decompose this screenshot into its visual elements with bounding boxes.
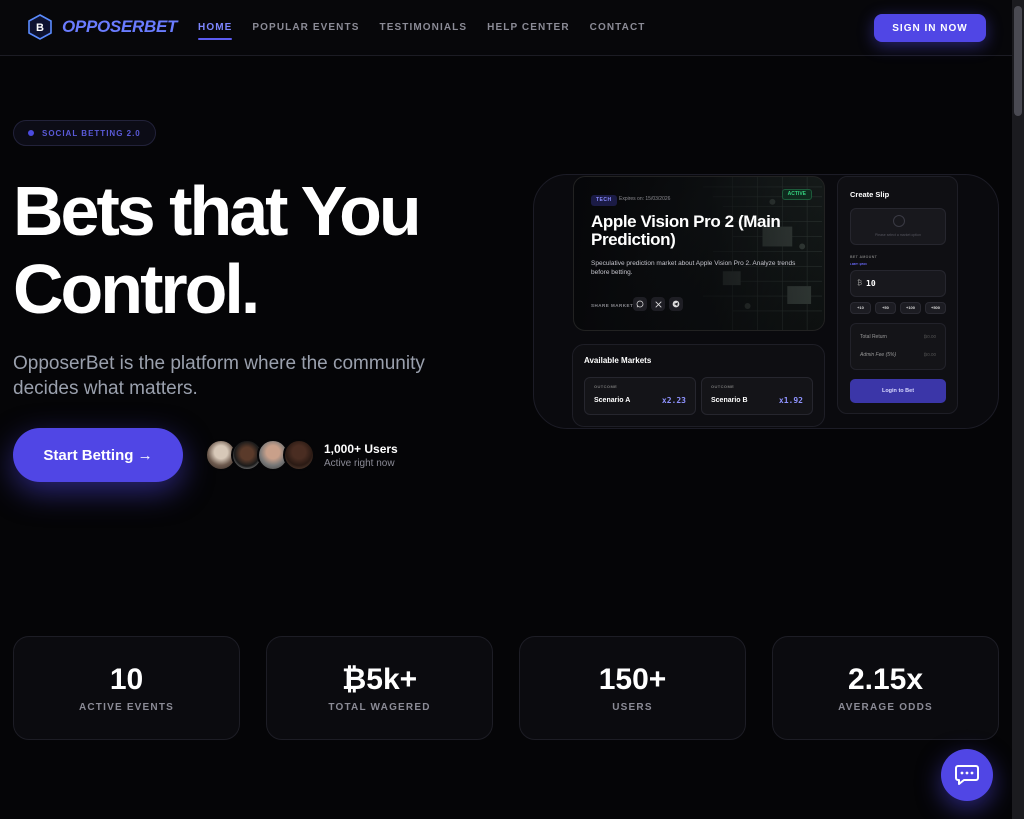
quick-amount-button[interactable]: +10 (850, 302, 871, 314)
hero-subtitle: OpposerBet is the platform where the com… (13, 353, 425, 399)
quick-amount-button[interactable]: +500 (925, 302, 946, 314)
create-slip-panel: Create Slip Please select a market optio… (837, 176, 958, 414)
select-placeholder: Please select a market option (875, 233, 921, 237)
badge-dot (28, 130, 34, 136)
admin-fee-label: Admin Fee (5%) (860, 352, 897, 358)
whatsapp-icon[interactable] (633, 297, 647, 311)
stat-card-average-odds: 2.15x AVERAGE ODDS (772, 636, 999, 740)
page-scrollbar[interactable] (1012, 0, 1024, 819)
slip-totals: Total Return ₿0.00 Admin Fee (5%) ₿0.00 (850, 323, 946, 370)
market-option-b[interactable]: OUTCOME Scenario B x1.92 (701, 377, 813, 415)
stat-label: TOTAL WAGERED (328, 702, 431, 713)
category-tag: TECH (591, 195, 617, 206)
hero-title-line2: Control. (13, 250, 260, 328)
total-return-label: Total Return (860, 334, 887, 340)
event-title: Apple Vision Pro 2 (Main Prediction) (591, 212, 781, 249)
top-navbar: B OPPOSERBET HOME POPULAR EVENTS TESTIMO… (0, 0, 1012, 56)
market-name: Scenario A (594, 397, 631, 404)
avatar (283, 439, 315, 471)
telegram-icon[interactable] (669, 297, 683, 311)
stat-label: USERS (612, 702, 653, 713)
status-badge: ACTIVE (781, 189, 812, 200)
markets-title: Available Markets (584, 356, 652, 365)
nav-link-contact[interactable]: CONTACT (590, 22, 646, 33)
bet-amount-value: 10 (866, 279, 876, 288)
nav-link-help-center[interactable]: HELP CENTER (487, 22, 569, 33)
scrollbar-thumb[interactable] (1014, 6, 1022, 116)
stat-card-users: 150+ USERS (519, 636, 746, 740)
market-odds: x1.92 (778, 396, 803, 405)
admin-fee-row: Admin Fee (5%) ₿0.00 (860, 352, 936, 358)
bet-amount-label: BET AMOUNT (850, 255, 878, 259)
bet-amount-input[interactable]: ₿ 10 (850, 270, 946, 297)
market-odds: x2.23 (661, 396, 686, 405)
hexagon-logo-icon: B (28, 14, 52, 40)
bet-limit: LIMIT: ₿500 (850, 262, 867, 266)
share-label: SHARE MARKET: (591, 303, 635, 308)
selection-placeholder-icon (893, 215, 905, 227)
nav-links: HOME POPULAR EVENTS TESTIMONIALS HELP CE… (198, 22, 646, 40)
stat-card-active-events: 10 ACTIVE EVENTS (13, 636, 240, 740)
stat-value: 2.15x (847, 663, 924, 696)
total-return-value: ₿0.00 (923, 334, 936, 339)
nav-link-home[interactable]: HOME (198, 22, 233, 40)
stat-value: ₿5k+ (341, 663, 418, 696)
market-name: Scenario B (711, 397, 748, 404)
users-count: 1,000+ Users (324, 442, 398, 456)
stat-value: 10 (109, 663, 144, 696)
quick-amount-button[interactable]: +100 (900, 302, 921, 314)
market-option-a[interactable]: OUTCOME Scenario A x2.23 (584, 377, 696, 415)
social-betting-badge: SOCIAL BETTING 2.0 (13, 120, 156, 146)
event-description: Speculative prediction market about Appl… (591, 260, 796, 276)
stat-label: ACTIVE EVENTS (78, 702, 175, 713)
x-icon[interactable] (651, 297, 665, 311)
market-option-select[interactable]: Please select a market option (850, 208, 946, 245)
login-to-bet-button[interactable]: Login to Bet (850, 379, 946, 403)
chat-bubble-icon (955, 765, 979, 785)
nav-link-testimonials[interactable]: TESTIMONIALS (380, 22, 468, 33)
hero-title-line1: Bets that You (13, 172, 422, 250)
available-markets-panel: Available Markets OUTCOME Scenario A x2.… (572, 344, 825, 427)
stat-label: AVERAGE ODDS (838, 702, 933, 713)
quick-amount-button[interactable]: +50 (875, 302, 896, 314)
admin-fee-value: ₿0.00 (923, 352, 936, 357)
brand-name: OPPOSERBET (62, 17, 178, 36)
nav-link-popular-events[interactable]: POPULAR EVENTS (252, 22, 359, 33)
users-active-text: Active right now (324, 458, 395, 469)
chat-button[interactable] (941, 749, 993, 801)
start-betting-button[interactable]: Start Betting → (13, 428, 183, 482)
outcome-label: OUTCOME (711, 384, 735, 389)
outcome-label: OUTCOME (594, 384, 618, 389)
logo-letter: B (36, 22, 44, 34)
brand-logo[interactable]: B OPPOSERBET (28, 14, 177, 40)
stat-value: 150+ (598, 663, 667, 696)
stat-card-total-wagered: ₿5k+ TOTAL WAGERED (266, 636, 493, 740)
expiry-date: Expires on: 15/03/2026 (619, 196, 671, 202)
event-card[interactable]: TECH Expires on: 15/03/2026 ACTIVE Apple… (573, 176, 825, 331)
currency-symbol: ₿ (857, 280, 863, 287)
sign-in-button[interactable]: SIGN IN NOW (874, 14, 986, 42)
hero-title: Bets that You Control. (13, 172, 493, 328)
badge-label: SOCIAL BETTING 2.0 (42, 128, 141, 138)
user-avatars (205, 439, 315, 471)
slip-title: Create Slip (850, 190, 890, 199)
total-return-row: Total Return ₿0.00 (860, 334, 936, 340)
